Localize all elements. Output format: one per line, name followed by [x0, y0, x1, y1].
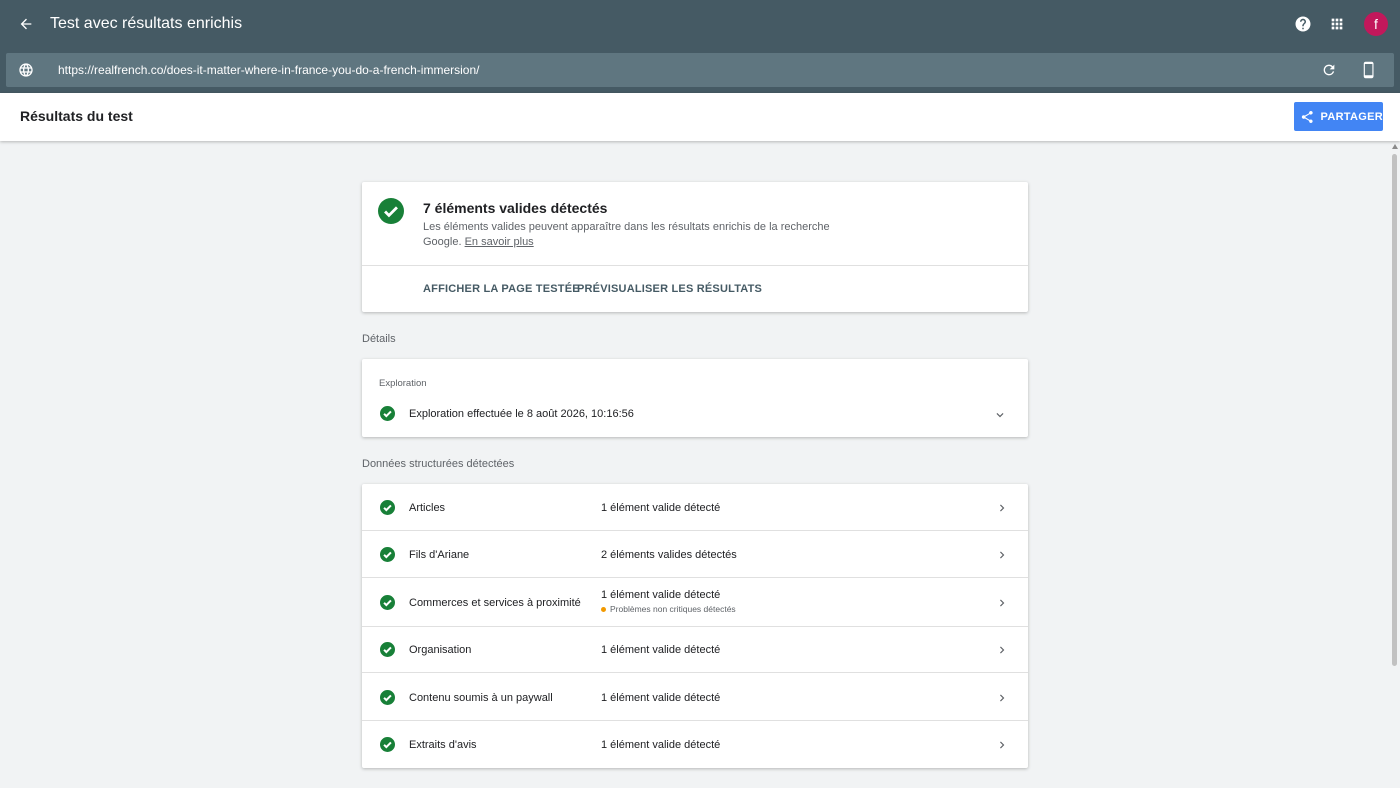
chevron-right-icon [1000, 741, 1005, 749]
table-row[interactable]: Contenu soumis à un paywall 1 élément va… [362, 674, 1028, 721]
help-icon [1295, 16, 1311, 32]
row-status: 1 élément valide détecté [601, 502, 721, 514]
row-name: Fils d'Ariane [409, 549, 470, 561]
row-status: 1 élément valide détecté [601, 589, 721, 601]
chevron-right-icon [1000, 504, 1005, 512]
preview-results-button[interactable]: PRÉVISUALISER LES RÉSULTATS [577, 283, 762, 295]
crawl-card[interactable]: Exploration Exploration effectuée le 8 a… [362, 359, 1028, 437]
apps-grid-icon [1331, 18, 1343, 30]
app-title: Test avec résultats enrichis [50, 15, 243, 32]
divider [362, 265, 1028, 266]
globe-icon [19, 63, 33, 77]
check-circle-icon [380, 406, 395, 421]
scroll-up-arrow[interactable] [1392, 144, 1398, 149]
share-button[interactable]: PARTAGER [1294, 102, 1383, 131]
crawl-label: Exploration [379, 378, 427, 389]
scrollbar[interactable] [1390, 142, 1400, 788]
summary-card: 7 éléments valides détectés Les éléments… [362, 182, 1028, 312]
row-status: 1 élément valide détecté [601, 692, 721, 704]
url-field[interactable]: https://realfrench.co/does-it-matter-whe… [6, 53, 1394, 87]
chevron-down-icon[interactable] [993, 408, 1007, 422]
refresh-button[interactable] [1312, 53, 1346, 87]
row-name: Commerces et services à proximité [409, 597, 581, 609]
warning-note: Problèmes non critiques détectés [601, 604, 736, 614]
row-name: Extraits d'avis [409, 739, 477, 751]
results-header: Résultats du test PARTAGER [0, 93, 1400, 141]
table-row[interactable]: Commerces et services à proximité 1 élém… [362, 579, 1028, 627]
check-circle-icon [380, 642, 395, 657]
learn-more-link[interactable]: En savoir plus [465, 236, 534, 248]
share-label: PARTAGER [1320, 110, 1383, 123]
share-icon [1301, 110, 1313, 123]
refresh-icon [1323, 64, 1335, 76]
structured-data-section-label: Données structurées détectées [362, 458, 515, 470]
page-title: Résultats du test [20, 108, 133, 124]
row-name: Articles [409, 502, 446, 514]
chevron-right-icon [1000, 694, 1005, 702]
globe-button [6, 53, 46, 87]
summary-description: Les éléments valides peuvent apparaître … [423, 220, 843, 250]
row-status: 2 éléments valides détectés [601, 549, 737, 561]
check-circle-icon [380, 595, 395, 610]
table-row[interactable]: Fils d'Ariane 2 éléments valides détecté… [362, 531, 1028, 578]
chevron-right-icon [1000, 551, 1005, 559]
phone-icon [1363, 61, 1374, 79]
view-tested-page-button[interactable]: AFFICHER LA PAGE TESTÉE [423, 283, 580, 295]
details-section-label: Détails [362, 333, 396, 345]
check-circle-icon [380, 690, 395, 705]
chevron-right-icon [1000, 646, 1005, 654]
scrollbar-thumb[interactable] [1392, 154, 1397, 666]
table-row[interactable]: Organisation 1 élément valide détecté [362, 626, 1028, 673]
check-circle-icon [380, 547, 395, 562]
warning-text: Problèmes non critiques détectés [610, 604, 736, 614]
row-name: Organisation [409, 644, 472, 656]
help-button[interactable] [1286, 7, 1320, 41]
crawl-status: Exploration effectuée le 8 août 2026, 10… [409, 408, 634, 420]
avatar[interactable]: f [1364, 12, 1388, 36]
check-circle-icon [380, 737, 395, 752]
apps-button[interactable] [1320, 7, 1354, 41]
table-row[interactable]: Articles 1 élément valide détecté [362, 484, 1028, 531]
table-row[interactable]: Extraits d'avis 1 élément valide détecté [362, 721, 1028, 768]
check-circle-icon [380, 500, 395, 515]
url-text: https://realfrench.co/does-it-matter-whe… [58, 63, 480, 77]
check-circle-icon [378, 198, 404, 224]
structured-data-card: Articles 1 élément valide détecté Fils d… [362, 484, 1028, 768]
warning-dot-icon [601, 606, 606, 612]
url-bar: https://realfrench.co/does-it-matter-whe… [0, 48, 1400, 93]
app-bar: Test avec résultats enrichis f [0, 0, 1400, 48]
row-status: 1 élément valide détecté [601, 739, 721, 751]
row-name: Contenu soumis à un paywall [409, 692, 553, 704]
summary-title: 7 éléments valides détectés [423, 200, 608, 216]
arrow-back-icon [20, 18, 32, 30]
chevron-right-icon [1000, 599, 1005, 607]
device-button[interactable] [1352, 53, 1386, 87]
back-button[interactable] [0, 0, 52, 48]
row-status: 1 élément valide détecté [601, 644, 721, 656]
